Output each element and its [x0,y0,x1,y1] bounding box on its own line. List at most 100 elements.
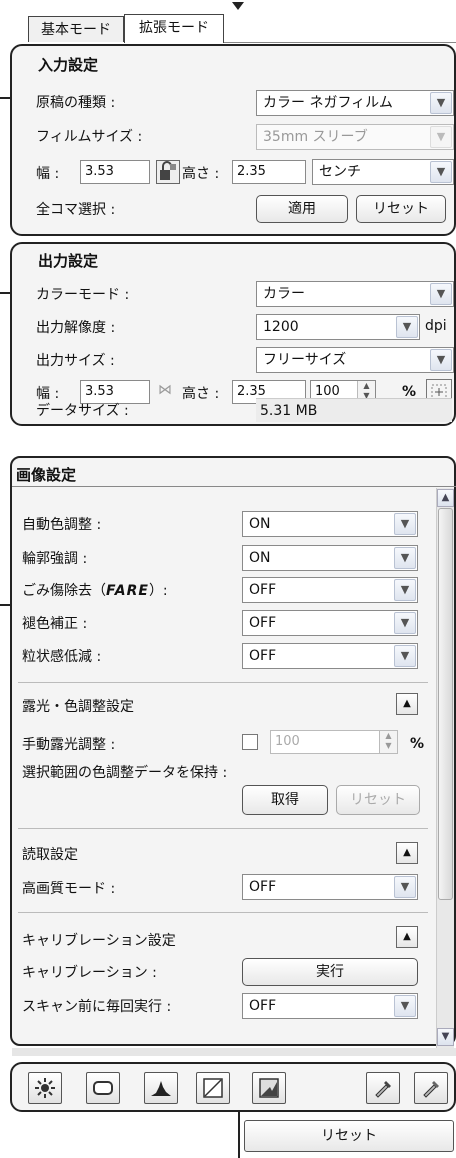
original-type-value: カラー ネガフィルム [263,95,393,111]
manual-exposure-value: 100 [275,734,300,749]
scroll-up-button[interactable]: ▲ [437,489,454,507]
color-mode-value: カラー [263,286,305,302]
chevron-down-icon: ▼ [394,876,416,898]
manual-exposure-checkbox[interactable] [242,734,258,750]
film-size-value: 35mm スリーブ [263,129,368,145]
input-width-field[interactable]: 3.53 [80,160,150,184]
scroll-thumb[interactable] [438,508,453,900]
chevron-down-icon: ▼ [430,283,452,305]
acquire-button[interactable]: 取得 [242,785,328,815]
output-size-select[interactable]: フリーサイズ ▼ [256,347,454,373]
manual-exposure-unit: % [410,736,425,752]
select-all-frames-label: 全コマ選択 : [36,202,116,218]
input-width-label: 幅 : [36,166,60,182]
manual-exposure-label: 手動露光調整 : [22,737,116,753]
color-mode-label: カラーモード : [36,287,130,303]
color-mode-select[interactable]: カラー ▼ [256,281,454,307]
calibrate-before-scan-select[interactable]: OFF ▼ [242,993,418,1019]
footer-reset-button[interactable]: リセット [244,1120,454,1152]
chevron-down-icon: ▼ [394,513,416,535]
threshold-icon[interactable] [366,1072,400,1104]
scale-value: 100 [315,384,340,399]
color-data-reset-button[interactable]: リセット [336,785,420,815]
chevron-down-icon: ▼ [396,316,418,338]
brightness-icon[interactable] [28,1072,62,1104]
film-size-label: フィルムサイズ : [36,129,143,145]
eyedropper-icon[interactable] [414,1072,448,1104]
data-size-value: 5.31 MB [256,398,452,422]
collapse-exposure-button[interactable]: ▲ [396,693,418,715]
output-size-label: 出力サイズ : [36,353,115,369]
chevron-down-icon: ▼ [394,612,416,634]
calibration-run-button[interactable]: 実行 [242,958,418,986]
original-type-label: 原稿の種類 : [36,95,116,111]
grain-reduction-label: 粒状感低減 : [22,649,102,665]
scan-settings-section-title: 読取設定 [22,847,78,863]
chevron-down-icon: ▼ [430,126,452,148]
dpi-unit-label: dpi [425,318,447,334]
scroll-down-button[interactable]: ▼ [437,1028,454,1046]
auto-color-value: ON [249,516,271,532]
unit-select[interactable]: センチ ▼ [312,159,454,185]
final-review-icon[interactable] [252,1072,286,1104]
dust-removal-label-suffix: ）: [148,583,168,599]
output-resolution-select[interactable]: 1200 ▼ [256,314,420,340]
output-resolution-label: 出力解像度 : [36,320,116,336]
dust-removal-select[interactable]: OFF ▼ [242,577,418,603]
grain-reduction-select[interactable]: OFF ▼ [242,643,418,669]
chevron-down-icon: ▼ [394,579,416,601]
fade-correction-select[interactable]: OFF ▼ [242,610,418,636]
output-resolution-value: 1200 [263,319,299,335]
calibrate-before-scan-label: スキャン前に毎回実行 : [22,999,172,1015]
section-separator [18,682,428,683]
chevron-down-icon: ▼ [430,92,452,114]
calibrate-before-scan-value: OFF [249,998,277,1014]
auto-color-select[interactable]: ON ▼ [242,511,418,537]
input-settings-title: 入力設定 [38,56,99,74]
sharpen-select[interactable]: ON ▼ [242,545,418,571]
original-type-select[interactable]: カラー ネガフィルム ▼ [256,90,454,116]
link-icon: ⋈ [158,382,172,398]
dust-removal-label: ごみ傷除去（FARE）: [22,580,168,600]
tab-basic-label: 基本モード [41,22,111,38]
saturation-icon[interactable] [86,1072,120,1104]
exposure-section-title: 露光・色調整設定 [22,699,134,715]
scroll-bottom-bar [12,1048,456,1056]
keep-color-data-label: 選択範囲の色調整データを保持 : [22,765,228,781]
section-separator [18,912,428,913]
output-size-value: フリーサイズ [263,352,347,368]
chevron-down-icon: ▼ [394,995,416,1017]
chevron-down-icon: ▼ [430,349,452,371]
collapse-scan-button[interactable]: ▲ [396,842,418,864]
dust-removal-label-prefix: ごみ傷除去（ [22,583,106,599]
collapse-calibration-button[interactable]: ▲ [396,926,418,948]
calibration-label: キャリブレーション : [22,965,157,981]
tab-advanced-label: 拡張モード [139,20,209,36]
chevron-down-icon: ▼ [430,161,452,183]
manual-exposure-field[interactable]: 100 ▲ ▼ [270,730,398,754]
output-settings-title: 出力設定 [38,252,99,270]
tab-bar-line [224,42,456,43]
apply-button[interactable]: 適用 [256,195,348,223]
input-height-field[interactable]: 2.35 [232,160,306,184]
tab-advanced-mode[interactable]: 拡張モード [124,14,224,43]
high-quality-mode-select[interactable]: OFF ▼ [242,874,418,900]
dust-removal-value: OFF [249,582,277,598]
calibration-section-title: キャリブレーション設定 [22,933,176,949]
aspect-lock-icon[interactable] [156,160,180,184]
section-separator [18,828,428,829]
manual-exposure-spinner[interactable]: ▲ ▼ [379,731,397,753]
film-size-select[interactable]: 35mm スリーブ ▼ [256,124,454,150]
chevron-down-icon: ▼ [394,547,416,569]
tone-curve-icon[interactable] [196,1072,230,1104]
fare-logo: FARE [106,583,149,599]
grain-reduction-value: OFF [249,648,277,664]
input-reset-button[interactable]: リセット [356,195,446,223]
tab-basic-mode[interactable]: 基本モード [28,16,124,42]
histogram-icon[interactable] [144,1072,178,1104]
sharpen-value: ON [249,550,271,566]
data-size-label: データサイズ : [36,403,129,419]
sharpen-label: 輪郭強調 : [22,551,88,567]
chevron-down-icon: ▼ [394,645,416,667]
image-settings-divider [12,486,456,487]
